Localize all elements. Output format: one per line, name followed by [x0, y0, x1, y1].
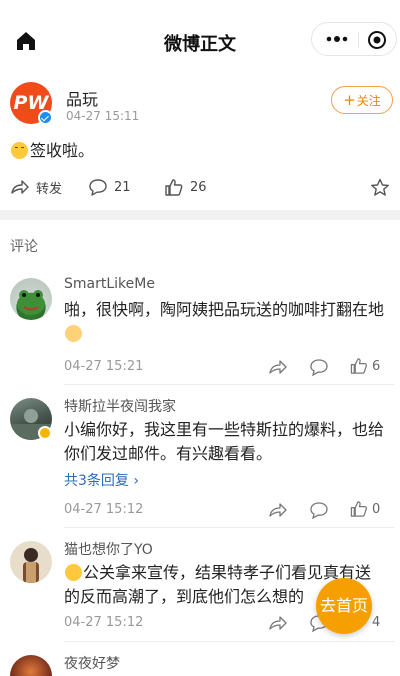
thumbs-up-icon: [165, 178, 183, 196]
capsule-divider: [358, 32, 359, 48]
comment-like-icon[interactable]: [349, 357, 369, 375]
commenter-name[interactable]: 猫也想你了YO: [64, 539, 153, 559]
comment-separator: [64, 384, 394, 385]
go-home-button[interactable]: 去首页: [316, 578, 372, 634]
like-button[interactable]: 26: [164, 177, 207, 197]
top-nav-bar: 微博正文: [0, 0, 400, 82]
repost-label: 转发: [36, 181, 63, 197]
like-count: 26: [190, 179, 207, 195]
commenter-avatar[interactable]: [10, 278, 52, 320]
reply-comment-icon[interactable]: [309, 358, 329, 376]
verified-badge-icon: [38, 426, 52, 440]
comment-like-count: 6: [372, 359, 381, 374]
repost-icon: [11, 180, 29, 194]
reply-comment-icon[interactable]: [309, 501, 329, 519]
comments-heading: 评论: [10, 239, 38, 255]
comment-text-content: 啪，很快啊，陶阿姨把品玩送的咖啡打翻在地: [64, 300, 385, 319]
comment-separator: [64, 641, 394, 642]
comment-text: 啪，很快啊，陶阿姨把品玩送的咖啡打翻在地: [64, 298, 384, 346]
replies-label: 共3条回复: [64, 473, 129, 489]
reply-share-icon[interactable]: [268, 358, 288, 376]
comment-text: 小编你好，我这里有一些特斯拉的爆料，也给你们发过邮件。有兴趣看看。: [64, 420, 385, 463]
favorite-button[interactable]: [370, 177, 396, 197]
comment-button[interactable]: 21: [88, 177, 131, 197]
mini-program-capsule: [311, 22, 397, 56]
comment-count: 21: [114, 179, 131, 195]
close-target-icon[interactable]: [367, 30, 387, 50]
comment-icon: [89, 179, 107, 196]
post-text: 签收啦。: [11, 140, 94, 162]
verified-badge-icon: [38, 110, 53, 125]
commenter-avatar[interactable]: [10, 541, 52, 583]
comment-separator: [64, 527, 394, 528]
cat-emoji-icon: [65, 325, 82, 342]
post-time: 04-27 15:11: [66, 109, 140, 123]
section-divider: [0, 210, 400, 220]
reply-share-icon[interactable]: [268, 614, 288, 632]
post-text-content: 签收啦。: [30, 141, 95, 160]
comment-time: 04-27 15:12: [64, 615, 144, 630]
grin-emoji-icon: [65, 564, 82, 581]
commenter-avatar[interactable]: [10, 655, 52, 676]
comment-like-count: 0: [372, 502, 381, 517]
repost-button[interactable]: 转发: [10, 177, 62, 197]
comment-like-icon[interactable]: [349, 500, 369, 518]
commenter-name[interactable]: SmartLikeMe: [64, 276, 155, 292]
post-header: PW 品玩 04-27 15:11 +关注: [0, 82, 400, 142]
star-icon: [371, 178, 389, 196]
commenter-name[interactable]: 夜夜好梦: [64, 653, 120, 673]
smile-emoji-icon: [11, 142, 28, 159]
follow-button[interactable]: +关注: [331, 86, 393, 114]
more-icon[interactable]: [322, 31, 352, 47]
author-name[interactable]: 品玩: [66, 86, 98, 110]
commenter-name[interactable]: 特斯拉半夜闯我家: [64, 396, 176, 416]
view-replies-link[interactable]: 共3条回复 ›: [64, 470, 139, 490]
reply-share-icon[interactable]: [268, 501, 288, 519]
comment-like-count: 4: [372, 615, 381, 630]
comment-time: 04-27 15:21: [64, 359, 144, 374]
comment-time: 04-27 15:12: [64, 502, 144, 517]
follow-label: 关注: [356, 94, 381, 108]
plus-icon: +: [343, 91, 356, 109]
chevron-right-icon: ›: [133, 473, 139, 489]
post-actions: 转发 21 26: [0, 174, 400, 200]
